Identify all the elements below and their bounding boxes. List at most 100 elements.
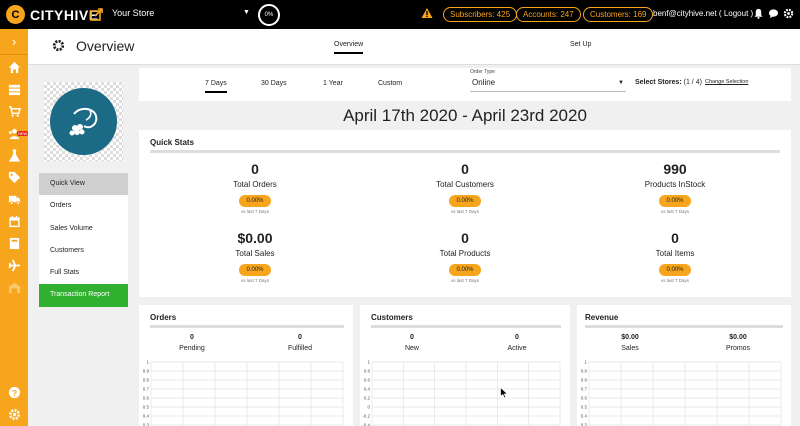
stat-label: Total Items	[655, 249, 695, 258]
store-image	[44, 82, 123, 161]
plane-icon[interactable]	[0, 255, 28, 275]
chevron-down-icon: ▼	[618, 80, 624, 86]
y-tick-label: 0.3	[143, 423, 150, 426]
order-type-label: Order Type	[470, 69, 495, 75]
y-tick-label: 1	[367, 360, 370, 365]
divider	[150, 325, 344, 328]
warning-icon[interactable]	[421, 7, 433, 19]
orders-fulfilled: 0 Fulfilled	[250, 334, 350, 352]
tab-setup[interactable]: Set Up	[570, 41, 591, 52]
y-tick-label: 0.7	[143, 387, 150, 392]
page-title: Overview	[76, 38, 135, 54]
side-item-quick-view[interactable]: Quick View	[39, 173, 128, 196]
divider	[150, 150, 780, 153]
side-menu: Quick View Orders Sales Volume Customers…	[39, 173, 128, 307]
order-type-value: Online	[472, 78, 496, 87]
tags-icon[interactable]	[0, 167, 28, 187]
stat-total-customers: 0 Total Customers 0.00% vs last 7 Days	[385, 161, 545, 214]
stat-label: Total Customers	[436, 180, 494, 189]
store-selector[interactable]: Your Store	[112, 8, 154, 18]
truck-icon[interactable]	[0, 189, 28, 209]
stat-products-instock: 990 Products InStock 0.00% vs last 7 Day…	[595, 161, 755, 214]
chevron-down-icon[interactable]: ▼	[243, 9, 250, 16]
stat-value: $0.00	[729, 334, 747, 341]
grid-icon[interactable]	[0, 79, 28, 99]
select-stores: Select Stores: (1 / 4)	[635, 79, 702, 86]
y-tick-label: 0.9	[581, 369, 588, 374]
calendar-icon[interactable]	[0, 211, 28, 231]
mouse-cursor-icon	[500, 387, 508, 399]
y-tick-label: 0	[367, 405, 370, 410]
divider	[371, 325, 561, 328]
stat-change-badge: 0.00%	[659, 195, 691, 207]
stat-label: Fulfilled	[287, 345, 313, 352]
share-icon[interactable]	[90, 7, 104, 21]
page-header: Overview Overview Set Up	[28, 29, 800, 65]
stat-value: $0.00	[621, 334, 639, 341]
gear-icon[interactable]	[783, 8, 794, 19]
side-item-sales-volume[interactable]: Sales Volume	[39, 217, 128, 240]
stat-label: Total Orders	[233, 180, 277, 189]
customers-active: 0 Active	[467, 334, 567, 352]
flask-icon[interactable]	[0, 145, 28, 165]
expand-nav-button[interactable]: ›	[0, 29, 28, 55]
completion-ring: 0%	[258, 4, 280, 26]
range-7-days[interactable]: 7 Days	[205, 80, 227, 93]
stat-value: 0	[671, 230, 679, 246]
y-tick-label: 1	[584, 360, 587, 365]
brand-logo[interactable]: C CITYHIVE	[6, 5, 99, 24]
y-tick-label: 0.9	[143, 369, 150, 374]
stat-change-badge: 0.00%	[449, 264, 481, 276]
stat-label: Total Products	[439, 249, 491, 258]
book-icon[interactable]	[0, 233, 28, 253]
stat-compare-text: vs last 7 Days	[240, 278, 269, 283]
side-item-customers[interactable]: Customers	[39, 239, 128, 263]
y-tick-label: 0.5	[581, 405, 588, 410]
stat-label: Pending	[179, 345, 205, 352]
range-custom[interactable]: Custom	[378, 80, 402, 91]
range-30-days[interactable]: 30 Days	[261, 80, 287, 91]
y-tick-label: 0.4	[143, 414, 150, 419]
y-tick-label: 0.4	[581, 414, 588, 419]
customers-pill[interactable]: Customers: 169	[583, 7, 654, 22]
stat-change-badge: 0.00%	[449, 195, 481, 207]
help-icon[interactable]: ?	[0, 382, 28, 402]
settings-icon[interactable]	[0, 404, 28, 424]
accounts-pill[interactable]: Accounts: 247	[516, 7, 581, 22]
orders-card: Orders 0 Pending 0 Fulfilled 1 0.9 0.8 0.7 0…	[139, 305, 353, 426]
select-stores-count: (1 / 4)	[683, 79, 702, 86]
customers-new: 0 New	[362, 334, 462, 352]
side-item-orders[interactable]: Orders	[39, 195, 128, 218]
select-stores-label: Select Stores:	[635, 79, 682, 86]
side-item-full-stats[interactable]: Full Stats	[39, 262, 128, 285]
logo-mark: C	[6, 5, 25, 24]
stat-change-badge: 0.00%	[239, 195, 271, 207]
range-1-year[interactable]: 1 Year	[323, 80, 343, 91]
y-tick-label: 0.4	[364, 387, 371, 392]
transaction-report-button[interactable]: Transaction Report	[39, 284, 128, 307]
revenue-chart: 10.90.80.70.60.50.40.30.20.1	[581, 360, 782, 426]
stat-compare-text: vs last 7 Days	[450, 278, 479, 283]
stat-value: 0	[410, 334, 414, 341]
subscribers-pill[interactable]: Subscribers: 425	[443, 7, 518, 22]
home-icon[interactable]	[0, 57, 28, 77]
stat-value: 0	[298, 334, 302, 341]
stat-compare-text: vs last 7 Days	[450, 209, 479, 214]
y-tick-label: 0.8	[581, 378, 588, 383]
y-tick-label: 0.6	[143, 396, 150, 401]
change-selection-link[interactable]: Change Selection	[705, 79, 748, 85]
stat-compare-text: vs last 7 Days	[660, 278, 689, 283]
tab-overview[interactable]: Overview	[334, 41, 364, 54]
user-account[interactable]: benf@cityhive.net ( Logout )	[653, 9, 753, 18]
revenue-sales: $0.00 Sales	[580, 334, 680, 352]
y-tick-label: 0.2	[364, 396, 371, 401]
chat-icon[interactable]	[768, 8, 779, 19]
warehouse-icon[interactable]	[0, 277, 28, 297]
orders-card-title: Orders	[150, 313, 177, 322]
y-tick-label: 1	[146, 360, 149, 365]
order-type-select[interactable]: Online ▼	[470, 78, 626, 92]
stat-total-orders: 0 Total Orders 0.00% vs last 7 Days	[175, 161, 335, 214]
cart-icon[interactable]	[0, 101, 28, 121]
stat-change-badge: 0.00%	[239, 264, 271, 276]
bell-icon[interactable]	[753, 8, 764, 19]
